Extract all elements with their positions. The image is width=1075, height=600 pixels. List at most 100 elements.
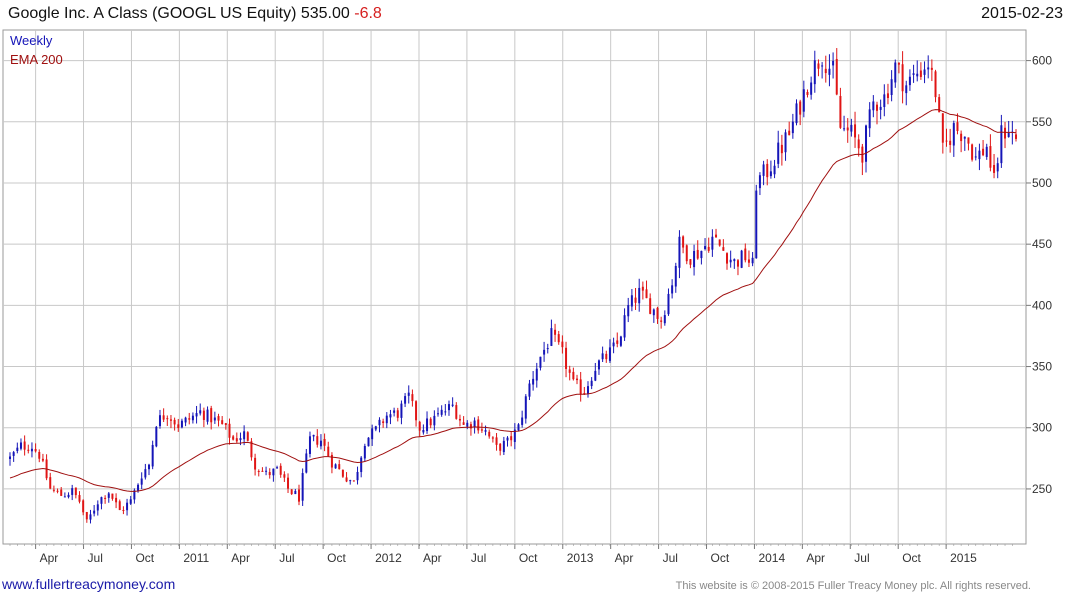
candle-body bbox=[38, 451, 41, 459]
candle-body bbox=[221, 420, 224, 425]
candle-body bbox=[1000, 125, 1003, 164]
candle-body bbox=[572, 371, 575, 380]
y-tick-label: 400 bbox=[1032, 298, 1052, 312]
candle-body bbox=[616, 340, 619, 344]
candle-body bbox=[382, 421, 385, 424]
candle-body bbox=[180, 420, 183, 428]
candle-body bbox=[978, 150, 981, 160]
candle-body bbox=[462, 422, 465, 425]
candle-body bbox=[634, 297, 637, 303]
y-tick-label: 300 bbox=[1032, 421, 1052, 435]
candle-body bbox=[129, 499, 132, 504]
candle-body bbox=[546, 348, 549, 350]
y-tick-label: 550 bbox=[1032, 115, 1052, 129]
candle-body bbox=[897, 62, 900, 65]
candle-body bbox=[879, 106, 882, 110]
candle-body bbox=[338, 464, 341, 470]
candle-body bbox=[550, 328, 553, 346]
x-tick-label: 2013 bbox=[567, 551, 594, 565]
candle-body bbox=[729, 259, 732, 263]
candle-body bbox=[649, 298, 652, 314]
candle-body bbox=[696, 249, 699, 259]
candle-body bbox=[440, 409, 443, 415]
candle-body bbox=[539, 356, 542, 368]
candle-body bbox=[455, 405, 458, 419]
candle-body bbox=[934, 71, 937, 98]
candle-body bbox=[34, 449, 37, 452]
candle-body bbox=[389, 414, 392, 418]
candle-body bbox=[363, 445, 366, 459]
candle-body bbox=[268, 472, 271, 476]
candle-body bbox=[16, 447, 19, 451]
candle-body bbox=[996, 163, 999, 172]
candle-body bbox=[652, 309, 655, 316]
candle-body bbox=[104, 497, 107, 499]
candle-body bbox=[528, 383, 531, 397]
x-tick-label: Jul bbox=[663, 551, 678, 565]
candle-body bbox=[612, 342, 615, 347]
x-tick-label: Apr bbox=[231, 551, 250, 565]
candle-body bbox=[839, 95, 842, 128]
candle-body bbox=[908, 76, 911, 86]
candle-body bbox=[477, 419, 480, 431]
candle-body bbox=[404, 396, 407, 404]
candle-body bbox=[144, 469, 147, 478]
candle-body bbox=[865, 125, 868, 162]
candle-body bbox=[213, 417, 216, 421]
candle-body bbox=[923, 69, 926, 75]
candle-body bbox=[930, 67, 933, 70]
candle-body bbox=[246, 432, 249, 441]
candle-body bbox=[605, 353, 608, 360]
candle-body bbox=[334, 464, 337, 469]
candle-body bbox=[19, 442, 22, 449]
candle-body bbox=[835, 58, 838, 95]
candle-body bbox=[206, 409, 209, 422]
candle-body bbox=[579, 379, 582, 395]
candle-body bbox=[854, 124, 857, 138]
candle-body bbox=[27, 449, 30, 451]
candle-body bbox=[437, 413, 440, 415]
candle-body bbox=[283, 474, 286, 478]
candle-body bbox=[846, 127, 849, 131]
candle-body bbox=[1014, 134, 1018, 139]
footer-website-link[interactable]: www.fullertreacymoney.com bbox=[2, 576, 175, 592]
candle-body bbox=[656, 307, 659, 319]
candle-body bbox=[169, 419, 172, 421]
candle-body bbox=[608, 347, 611, 361]
candle-body bbox=[872, 101, 875, 111]
candle-body bbox=[711, 236, 714, 250]
candle-body bbox=[100, 497, 103, 504]
candle-body bbox=[411, 394, 414, 402]
candle-body bbox=[682, 236, 685, 248]
candle-body bbox=[751, 257, 754, 264]
candle-body bbox=[426, 418, 429, 432]
candle-body bbox=[619, 336, 622, 346]
candle-body bbox=[96, 504, 99, 511]
candle-body bbox=[875, 104, 878, 111]
candle-body bbox=[802, 89, 805, 112]
candle-body bbox=[912, 73, 915, 75]
candle-body bbox=[927, 67, 930, 70]
candle-body bbox=[60, 489, 63, 496]
candle-body bbox=[857, 139, 860, 149]
y-tick-label: 350 bbox=[1032, 360, 1052, 374]
candle-body bbox=[956, 122, 959, 132]
candle-body bbox=[327, 446, 330, 457]
candle-body bbox=[418, 421, 421, 431]
candle-body bbox=[824, 68, 827, 74]
candle-body bbox=[532, 378, 535, 385]
candle-body bbox=[678, 236, 681, 268]
candle-body bbox=[210, 408, 213, 423]
x-tick-label: Jul bbox=[279, 551, 294, 565]
candle-body bbox=[952, 123, 955, 146]
candle-body bbox=[557, 334, 560, 343]
candle-body bbox=[795, 103, 798, 124]
candle-body bbox=[422, 429, 425, 433]
candle-body bbox=[755, 190, 758, 259]
candle-body bbox=[158, 415, 161, 427]
candle-body bbox=[257, 471, 260, 473]
candle-body bbox=[843, 128, 846, 130]
candle-body bbox=[967, 137, 970, 144]
candle-body bbox=[821, 65, 824, 67]
candle-body bbox=[371, 428, 374, 440]
